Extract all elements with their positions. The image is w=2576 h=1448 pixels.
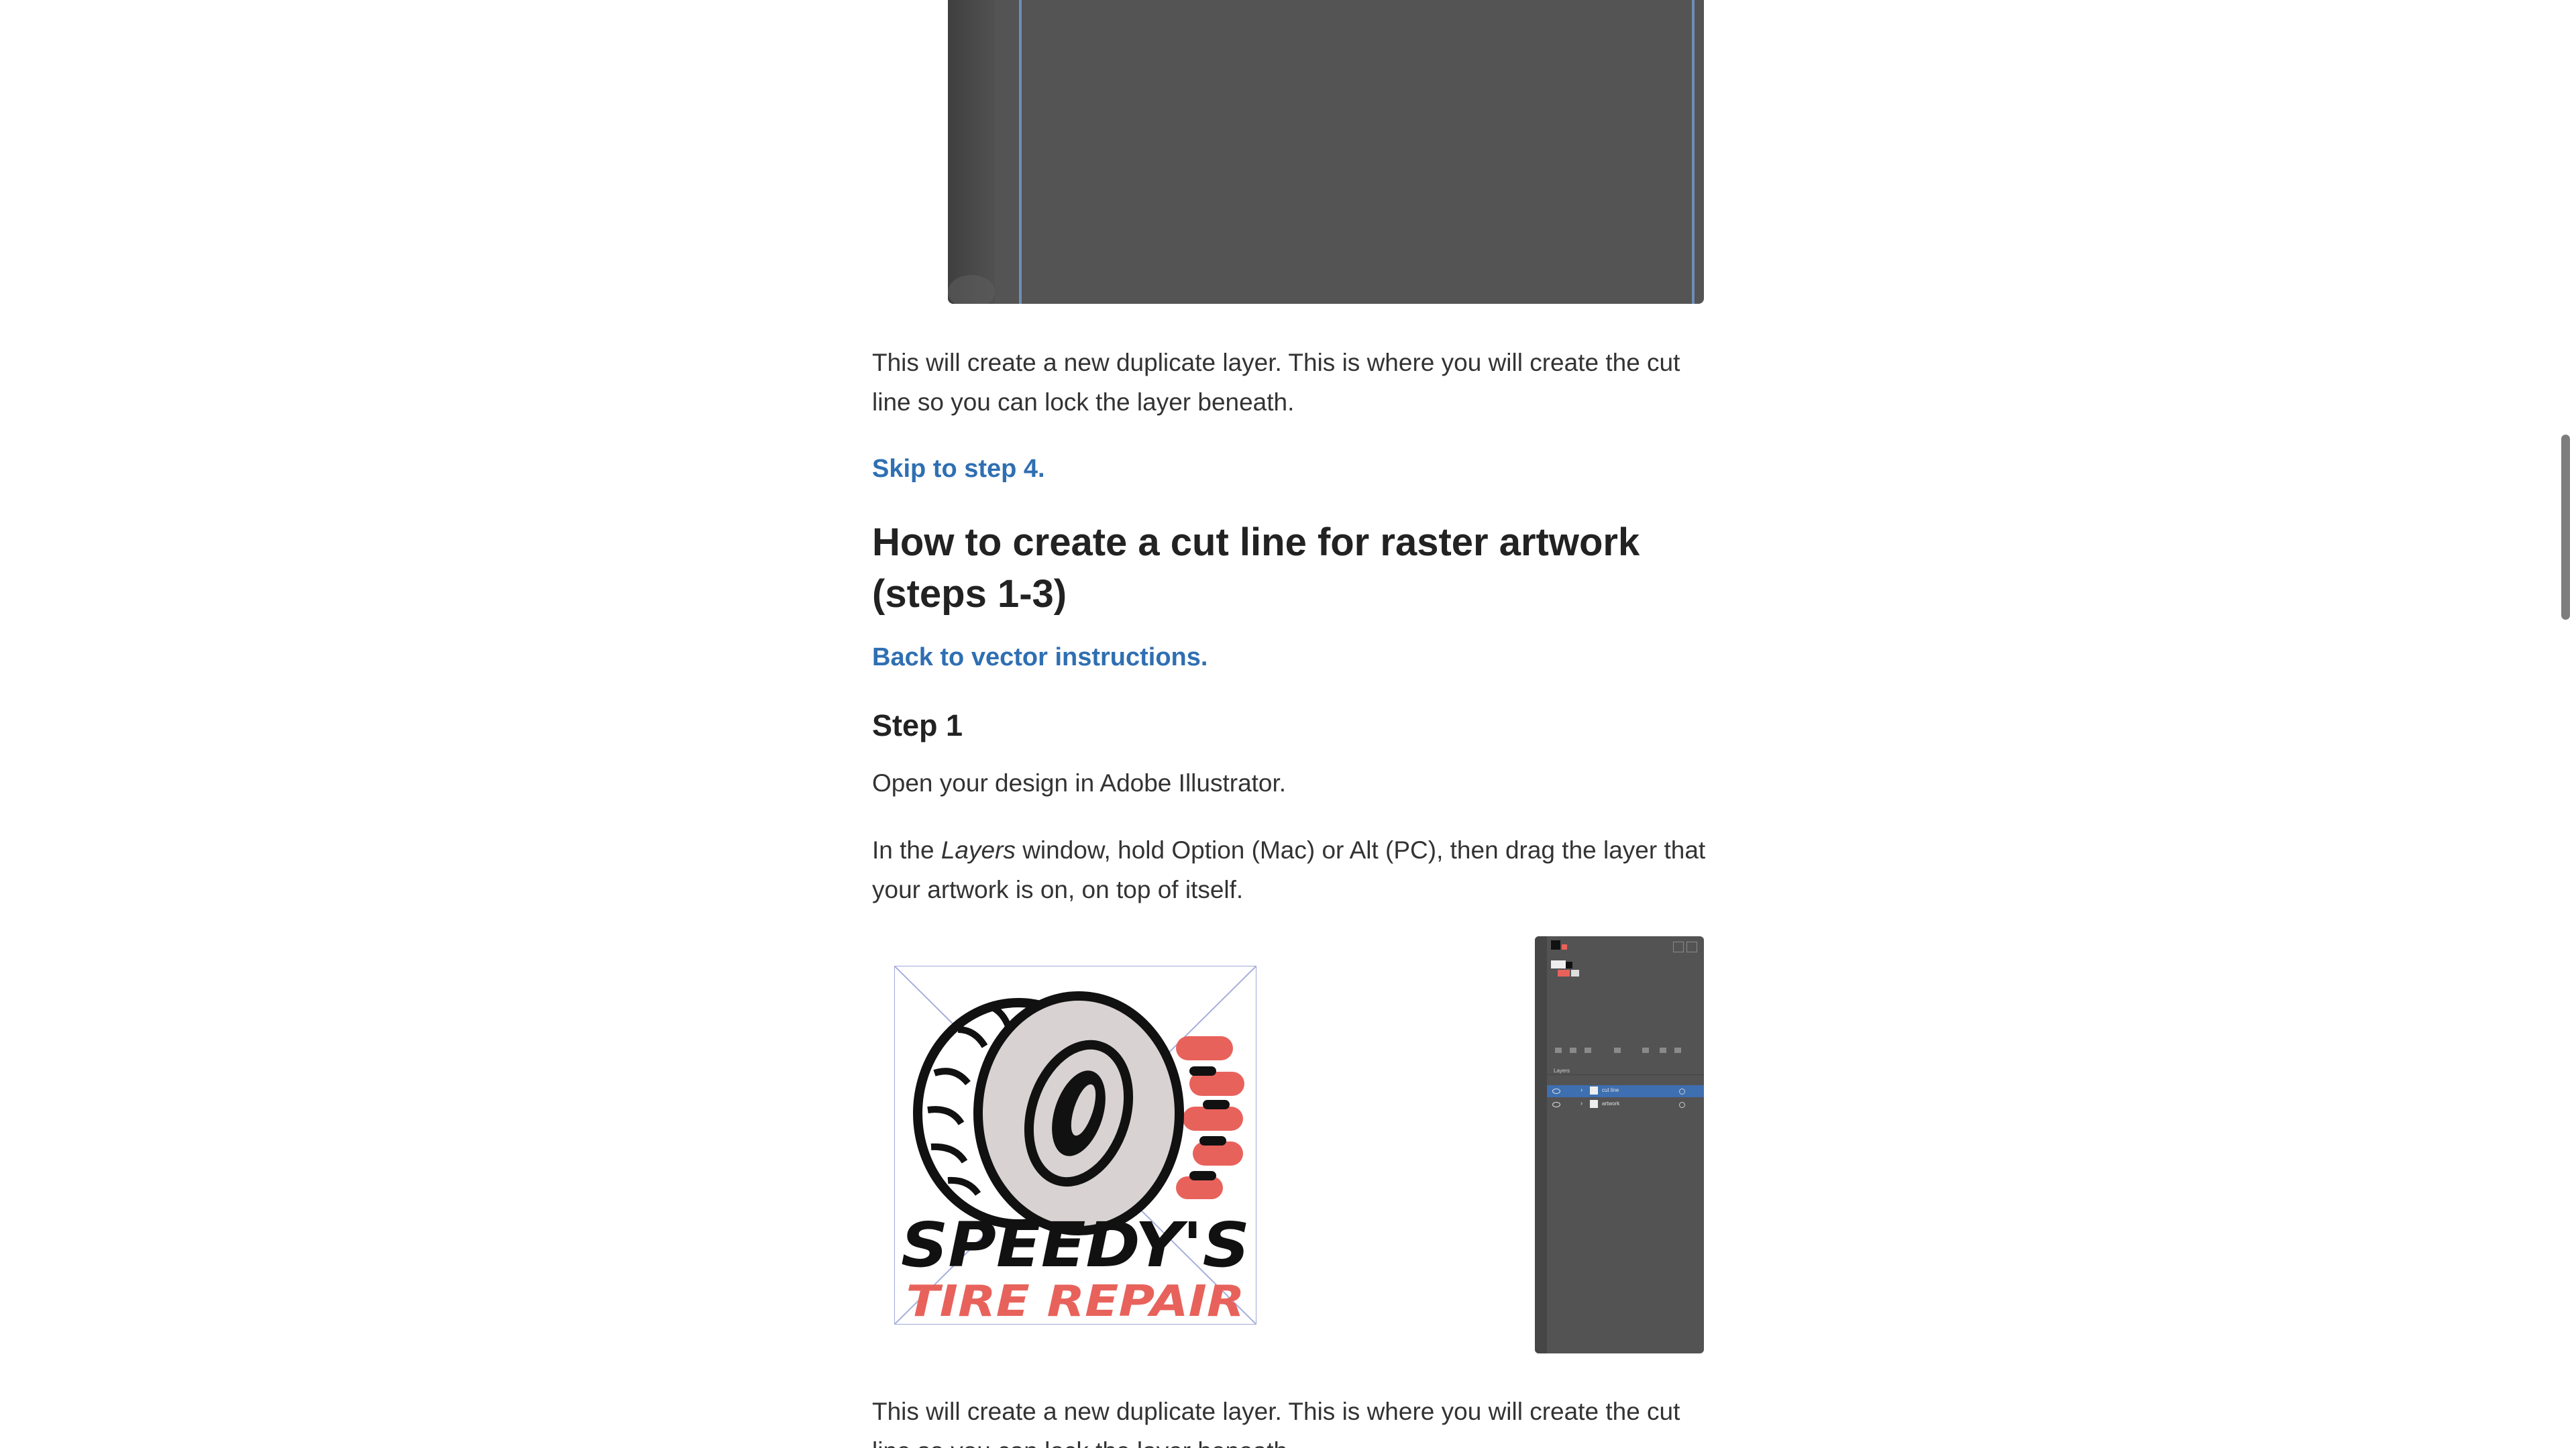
tool-icon[interactable] [1674, 1048, 1681, 1053]
paragraph-line: your artwork is on, on top of itself. [872, 876, 1244, 903]
panel-menu-icon[interactable] [1686, 942, 1697, 952]
raster-cutline-heading: How to create a cut line for raster artw… [872, 516, 1711, 620]
tool-icon[interactable] [1570, 1048, 1576, 1053]
tool-icon[interactable] [1585, 1048, 1591, 1053]
paragraph-duplicate-layer: This will create a new duplicate layer. … [872, 343, 1711, 422]
page-scrollbar-thumb[interactable] [2561, 435, 2570, 620]
tool-knob [948, 275, 995, 304]
paragraph-text: window, hold Option (Mac) or Alt (PC), t… [1015, 836, 1706, 864]
heading-line: How to create a cut line for raster artw… [872, 520, 1640, 564]
chevron-right-icon[interactable]: › [1580, 1100, 1582, 1107]
swatch-thumbnails [1551, 940, 1579, 977]
speedys-logo-image: SPEEDY'S TIRE REPAIR [894, 965, 1257, 1327]
tool-icon[interactable] [1660, 1048, 1666, 1053]
paragraph-line: line so you can lock the layer beneath. [872, 388, 1295, 416]
target-icon[interactable] [1679, 1089, 1685, 1095]
toolbar-strip [948, 0, 995, 304]
artboard-guide-left [1019, 0, 1022, 304]
layer-row[interactable]: › cut line [1547, 1085, 1704, 1097]
layer-thumbnail [1590, 1100, 1598, 1108]
layer-name: cut line [1602, 1087, 1619, 1093]
paragraph-line: This will create a new duplicate layer. … [872, 1398, 1680, 1425]
paragraph-line: line so you can lock the layer beneath. [872, 1437, 1294, 1448]
layers-panel-header [1547, 1064, 1704, 1075]
back-to-vector-link[interactable]: Back to vector instructions. [872, 643, 1208, 672]
paragraph-line: Open your design in Adobe Illustrator. [872, 769, 1287, 797]
skip-to-step-4-link[interactable]: Skip to step 4. [872, 455, 1045, 484]
layer-name: artwork [1602, 1101, 1620, 1107]
layers-emphasis: Layers [941, 836, 1016, 864]
layer-thumbnail [1590, 1087, 1598, 1095]
panel-collapse-icon[interactable] [1673, 942, 1684, 952]
step-1-heading: Step 1 [872, 708, 963, 742]
paragraph-duplicate-layer-2: This will create a new duplicate layer. … [872, 1392, 1711, 1448]
logo-title: SPEEDY'S [901, 1209, 1250, 1281]
paragraph-text: In the [872, 836, 941, 864]
artboard-guide-right [1692, 0, 1695, 304]
layers-panel-title: Layers [1554, 1068, 1570, 1074]
eye-icon[interactable] [1552, 1102, 1560, 1107]
illustrator-canvas-screenshot [948, 0, 1704, 304]
heading-line: (steps 1-3) [872, 572, 1067, 616]
chevron-right-icon[interactable]: › [1580, 1087, 1582, 1094]
target-icon[interactable] [1679, 1102, 1685, 1108]
tool-icon[interactable] [1555, 1048, 1562, 1053]
panel-scroll-track [1535, 936, 1547, 1353]
layer-row[interactable]: › artwork [1547, 1099, 1704, 1111]
layers-panel-screenshot: Layers › cut line › artwork [1535, 936, 1704, 1353]
logo-graphic: SPEEDY'S TIRE REPAIR [894, 965, 1257, 1327]
paragraph-open-design: Open your design in Adobe Illustrator. [872, 763, 1711, 803]
paragraph-layers-instructions: In the Layers window, hold Option (Mac) … [872, 830, 1711, 909]
logo-subtitle: TIRE REPAIR [906, 1277, 1245, 1325]
tool-icon[interactable] [1642, 1048, 1649, 1053]
tool-icon[interactable] [1614, 1048, 1621, 1053]
paragraph-line: This will create a new duplicate layer. … [872, 349, 1680, 376]
eye-icon[interactable] [1552, 1089, 1560, 1094]
